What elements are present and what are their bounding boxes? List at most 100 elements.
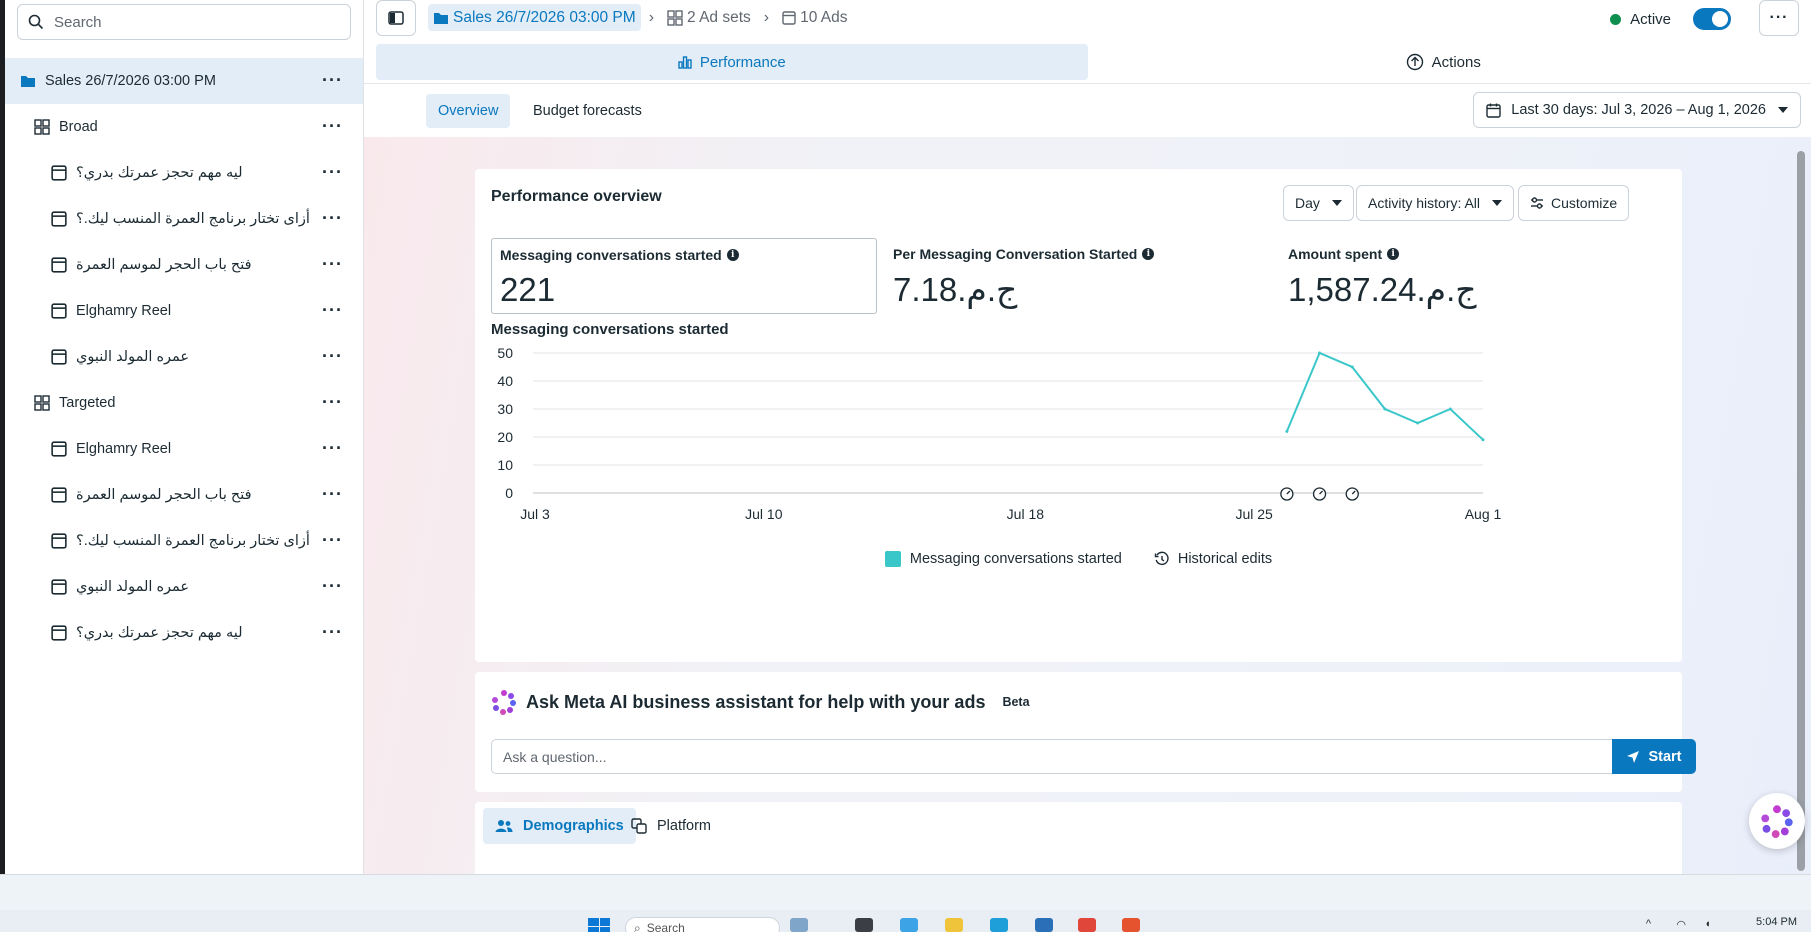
subtab-budget-forecasts[interactable]: Budget forecasts bbox=[521, 94, 654, 128]
active-toggle[interactable] bbox=[1693, 8, 1731, 30]
sidebar-item-ad[interactable]: Elghamry Reel ··· bbox=[5, 426, 363, 472]
ai-start-label: Start bbox=[1648, 748, 1682, 765]
calendar-icon bbox=[1486, 103, 1501, 118]
bar-chart-icon bbox=[678, 56, 692, 69]
more-icon[interactable]: ··· bbox=[322, 71, 343, 89]
tab-actions[interactable]: Actions bbox=[1088, 44, 1800, 80]
more-icon: ··· bbox=[1769, 9, 1789, 26]
meta-ai-icon bbox=[1761, 805, 1793, 838]
sidebar-search[interactable] bbox=[17, 4, 351, 40]
activity-history-select[interactable]: Activity history: All bbox=[1356, 185, 1515, 221]
edge-icon[interactable] bbox=[990, 918, 1008, 932]
historical-edit-marker[interactable] bbox=[1312, 487, 1327, 501]
history-icon bbox=[1154, 551, 1169, 566]
breadcrumb-campaign[interactable]: Sales 26/7/2026 03:00 PM bbox=[428, 4, 641, 31]
ad-icon bbox=[51, 441, 67, 457]
breadcrumb-adsets[interactable]: 2 Ad sets bbox=[662, 4, 756, 31]
tab-platform[interactable]: Platform bbox=[619, 808, 723, 844]
breakdown-card: Demographics Platform bbox=[475, 802, 1682, 874]
more-options-button[interactable]: ··· bbox=[1759, 0, 1799, 36]
metric-amount-spent[interactable]: Amount spent i ج.م.1,587.24 bbox=[1280, 238, 1660, 314]
sidebar-item-ad[interactable]: أزاى تختار برنامج العمرة المنسب ليك.؟ ··· bbox=[5, 518, 363, 564]
info-icon[interactable]: i bbox=[726, 249, 739, 261]
historical-edit-marker[interactable] bbox=[1345, 487, 1359, 501]
legend-item-series[interactable]: Messaging conversations started bbox=[884, 551, 1122, 567]
y-tick-label: 40 bbox=[497, 373, 513, 389]
ai-title: Ask Meta AI business assistant for help … bbox=[491, 689, 1035, 715]
sidebar-item-label: ليه مهم تحجز عمرتك بدري؟ bbox=[76, 625, 243, 641]
sidebar-search-input[interactable] bbox=[54, 13, 334, 31]
more-icon[interactable]: ··· bbox=[322, 623, 343, 641]
sidebar-item-ad[interactable]: ليه مهم تحجز عمرتك بدري؟ ··· bbox=[5, 610, 363, 656]
folder-icon bbox=[21, 76, 35, 87]
customize-button[interactable]: Customize bbox=[1518, 185, 1630, 221]
more-icon[interactable]: ··· bbox=[322, 301, 343, 319]
windows-start-icon[interactable] bbox=[588, 918, 610, 932]
tab-performance[interactable]: Performance bbox=[376, 44, 1088, 80]
chevron-down-icon bbox=[1492, 200, 1503, 206]
more-icon[interactable]: ··· bbox=[322, 255, 343, 273]
subtab-overview[interactable]: Overview bbox=[426, 94, 511, 128]
tab-demographics[interactable]: Demographics bbox=[483, 808, 636, 844]
main-scrollbar[interactable] bbox=[1797, 151, 1805, 871]
performance-overview-card: Performance overview Day Activity histor… bbox=[475, 169, 1682, 662]
volume-icon[interactable]: ◖ bbox=[1704, 918, 1711, 930]
y-tick-label: 0 bbox=[505, 485, 513, 501]
x-tick-label: Jul 10 bbox=[745, 506, 783, 522]
ad-icon bbox=[51, 211, 67, 227]
toggle-panel-button[interactable] bbox=[376, 0, 416, 36]
more-icon[interactable]: ··· bbox=[322, 209, 343, 227]
metric-value: ج.م.1,587.24 bbox=[1288, 271, 1477, 308]
legend-series-label: Messaging conversations started bbox=[909, 551, 1122, 567]
copilot-icon[interactable] bbox=[900, 918, 918, 932]
more-icon[interactable]: ··· bbox=[322, 531, 343, 549]
weather-icon[interactable] bbox=[790, 918, 808, 932]
store-icon[interactable] bbox=[1035, 918, 1053, 932]
metric-cost-per-conversation[interactable]: Per Messaging Conversation Started i ج.م.… bbox=[885, 238, 1265, 314]
sidebar-item-ad[interactable]: Elghamry Reel ··· bbox=[5, 288, 363, 334]
sidebar-item-ad[interactable]: عمره المولد النبوي ··· bbox=[5, 564, 363, 610]
sidebar-item-label: فتح باب الحجر لموسم العمرة bbox=[76, 487, 252, 503]
breadcrumb-ads[interactable]: 10 Ads bbox=[777, 4, 852, 31]
os-taskbar: ⌕ Search ^ ◠ ◖ 5:04 PM bbox=[0, 910, 1811, 932]
info-icon[interactable]: i bbox=[1142, 248, 1155, 260]
sidebar-item-ad[interactable]: فتح باب الحجر لموسم العمرة ··· bbox=[5, 242, 363, 288]
legend-item-historical-edits[interactable]: Historical edits bbox=[1154, 551, 1272, 567]
tab-demographics-label: Demographics bbox=[523, 818, 624, 834]
more-icon[interactable]: ··· bbox=[322, 347, 343, 365]
more-icon[interactable]: ··· bbox=[322, 439, 343, 457]
tray-chevron-icon[interactable]: ^ bbox=[1646, 918, 1651, 930]
y-tick-label: 20 bbox=[497, 429, 513, 445]
ai-question-input[interactable] bbox=[491, 739, 1612, 774]
breadcrumb-campaign-label: Sales 26/7/2026 03:00 PM bbox=[453, 8, 636, 26]
taskbar-search[interactable]: ⌕ Search bbox=[625, 917, 780, 932]
sidebar-item-ad[interactable]: ليه مهم تحجز عمرتك بدري؟ ··· bbox=[5, 150, 363, 196]
file-explorer-icon[interactable] bbox=[945, 918, 963, 932]
tab-performance-label: Performance bbox=[699, 53, 786, 71]
more-icon[interactable]: ··· bbox=[322, 485, 343, 503]
more-icon[interactable]: ··· bbox=[322, 577, 343, 595]
sidebar-item-adset[interactable]: Broad ··· bbox=[5, 104, 363, 150]
metric-messaging-conversations[interactable]: Messaging conversations started i 221 bbox=[491, 238, 877, 314]
sidebar-item-label: فتح باب الحجر لموسم العمرة bbox=[76, 257, 252, 273]
chrome-icon[interactable] bbox=[1078, 918, 1096, 932]
info-icon[interactable]: i bbox=[1387, 248, 1400, 260]
historical-edit-marker[interactable] bbox=[1280, 487, 1294, 501]
sidebar-item-ad[interactable]: أزاى تختار برنامج العمرة المنسب ليك.؟ ··· bbox=[5, 196, 363, 242]
breadcrumb: Sales 26/7/2026 03:00 PM › 2 Ad sets › 1… bbox=[428, 4, 853, 31]
network-icon[interactable]: ◠ bbox=[1676, 918, 1686, 931]
sidebar-item-ad[interactable]: عمره المولد النبوي ··· bbox=[5, 334, 363, 380]
taskbar-clock[interactable]: 5:04 PM bbox=[1756, 916, 1797, 928]
granularity-select[interactable]: Day bbox=[1283, 185, 1354, 221]
sidebar-item-adset[interactable]: Targeted ··· bbox=[5, 380, 363, 426]
task-view-icon[interactable] bbox=[855, 918, 873, 932]
office-icon[interactable] bbox=[1122, 918, 1140, 932]
more-icon[interactable]: ··· bbox=[322, 163, 343, 181]
more-icon[interactable]: ··· bbox=[322, 393, 343, 411]
more-icon[interactable]: ··· bbox=[322, 117, 343, 135]
sidebar-item-campaign[interactable]: Sales 26/7/2026 03:00 PM ··· bbox=[5, 58, 363, 104]
date-range-picker[interactable]: Last 30 days: Jul 3, 2026 – Aug 1, 2026 bbox=[1473, 92, 1801, 128]
meta-ai-fab[interactable] bbox=[1749, 793, 1805, 849]
ai-start-button[interactable]: Start bbox=[1612, 739, 1696, 774]
sidebar-item-ad[interactable]: فتح باب الحجر لموسم العمرة ··· bbox=[5, 472, 363, 518]
